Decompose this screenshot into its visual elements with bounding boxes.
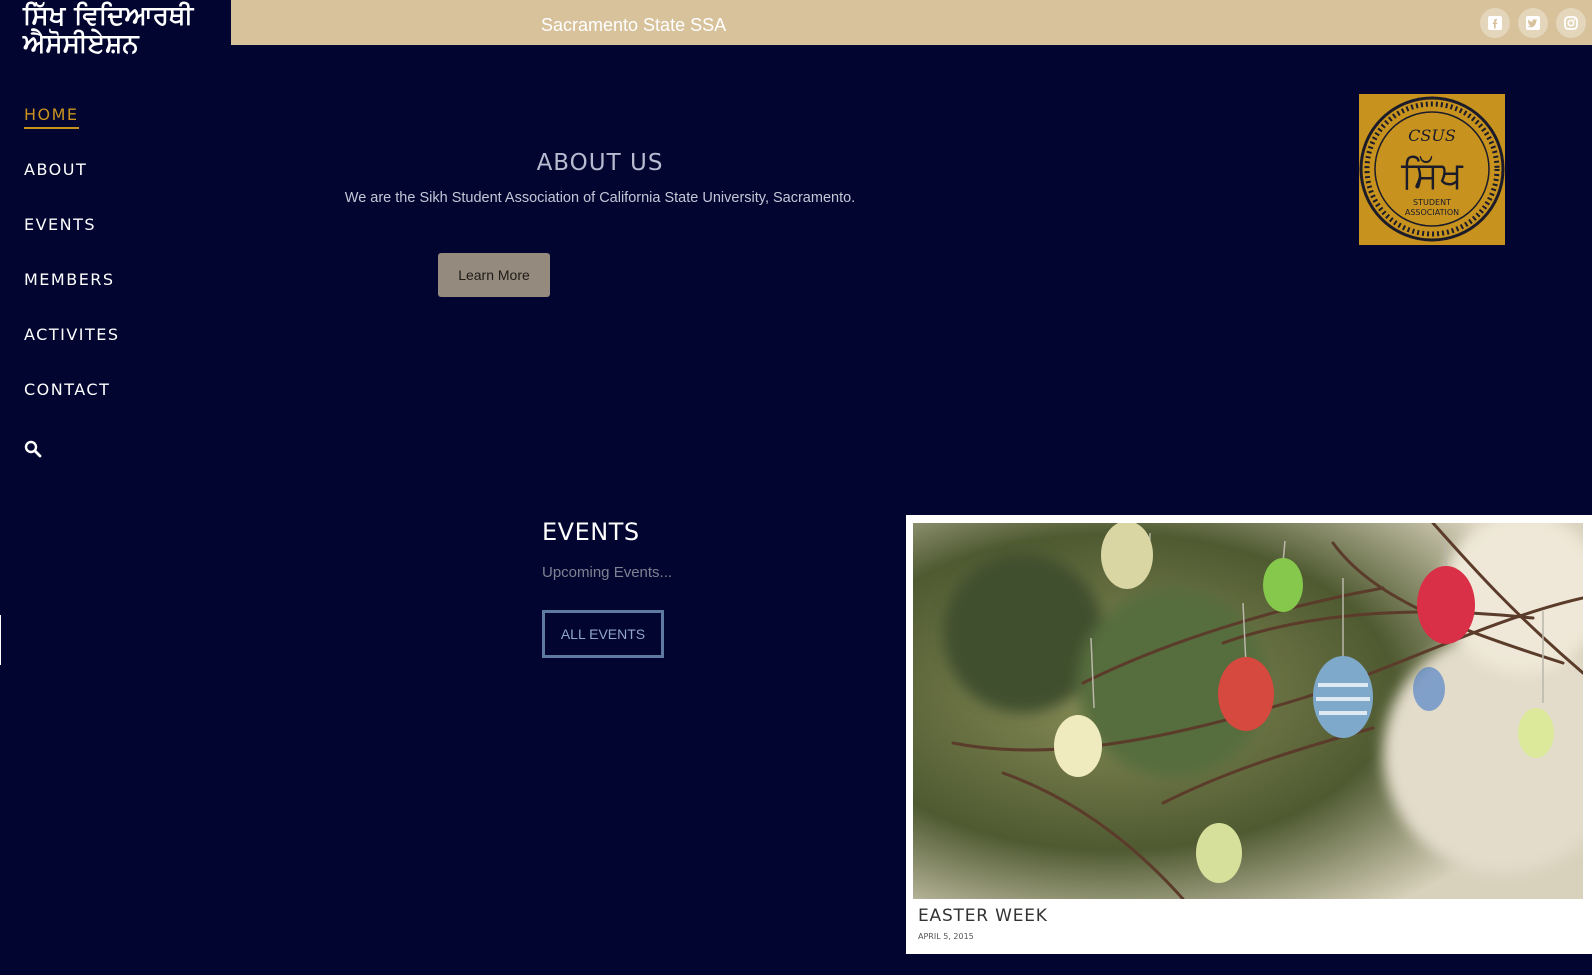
learn-more-button[interactable]: Learn More <box>438 253 550 297</box>
twitter-icon[interactable] <box>1518 8 1548 38</box>
left-edge-divider <box>0 615 1 665</box>
nav-members[interactable]: MEMBERS <box>24 265 120 320</box>
logo-association-text: ASSOCIATION <box>1405 208 1459 217</box>
brand-name[interactable]: ਸਿੱਖ ਵਿਦਿਆਰਥੀ ਐਸੋਸੀਏਸ਼ਨ <box>23 2 228 58</box>
nav-events-label: EVENTS <box>24 215 97 234</box>
all-events-button[interactable]: ALL EVENTS <box>542 610 664 658</box>
site-title[interactable]: Sacramento State SSA <box>541 15 726 36</box>
nav-contact[interactable]: CONTACT <box>24 375 120 430</box>
logo-csus-text: CSUS <box>1408 126 1456 145</box>
event-title[interactable]: EASTER WEEK <box>918 906 1048 926</box>
search-icon[interactable] <box>24 440 42 458</box>
about-text: We are the Sikh Student Association of C… <box>344 190 856 206</box>
main-nav: HOME ABOUT EVENTS MEMBERS ACTIVITES CONT… <box>24 100 120 430</box>
site-brand[interactable]: ਸਿੱਖ ਵਿਦਿਆਰਥੀ ਐਸੋਸੀਏਸ਼ਨ <box>0 0 231 66</box>
nav-about[interactable]: ABOUT <box>24 155 120 210</box>
events-subtitle: Upcoming Events... <box>542 564 673 581</box>
instagram-icon[interactable] <box>1556 8 1586 38</box>
nav-members-label: MEMBERS <box>24 270 115 289</box>
logo-student-text: STUDENT <box>1413 198 1451 207</box>
facebook-icon[interactable] <box>1480 8 1510 38</box>
event-image[interactable] <box>913 523 1583 899</box>
top-bar: Sacramento State SSA <box>231 0 1592 45</box>
about-title: ABOUT US <box>536 150 664 176</box>
logo-sikh-script: ਸਿੱਖ <box>1400 153 1464 197</box>
nav-home-label: HOME <box>24 105 79 129</box>
nav-contact-label: CONTACT <box>24 380 111 399</box>
nav-activities-label: ACTIVITES <box>24 325 120 344</box>
events-title: EVENTS <box>542 518 640 546</box>
nav-about-label: ABOUT <box>24 160 88 179</box>
nav-home[interactable]: HOME <box>24 100 120 155</box>
nav-activities[interactable]: ACTIVITES <box>24 320 120 375</box>
csus-sikh-logo: CSUS ਸਿੱਖ STUDENT ASSOCIATION <box>1359 94 1505 245</box>
event-date: APRIL 5, 2015 <box>918 932 974 941</box>
nav-events[interactable]: EVENTS <box>24 210 120 265</box>
